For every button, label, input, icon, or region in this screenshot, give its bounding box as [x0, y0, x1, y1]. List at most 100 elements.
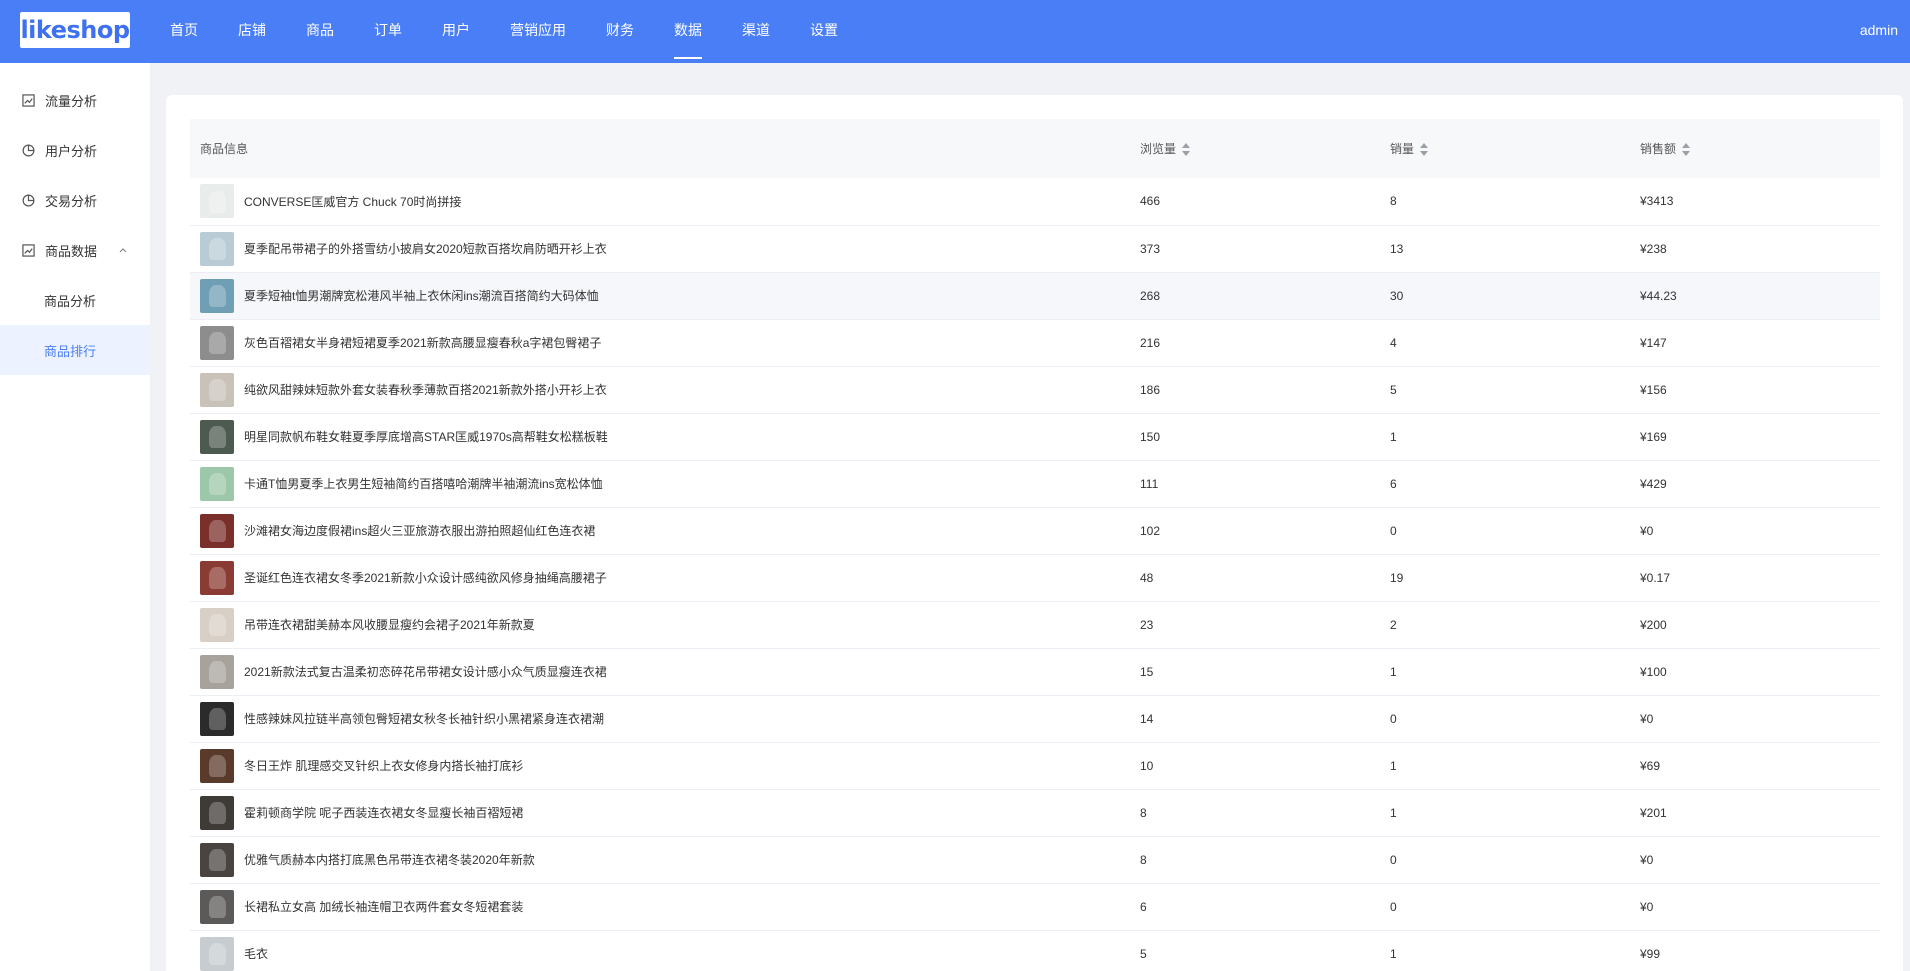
- chevron-up-icon: [119, 248, 127, 253]
- goods-info: 毛衣: [200, 936, 1130, 971]
- table-row[interactable]: CONVERSE匡威官方 Chuck 70时尚拼接 466 8 ¥3413: [190, 178, 1880, 225]
- sidebar-item-trade-analysis[interactable]: 交易分析: [0, 175, 150, 225]
- table-row[interactable]: 灰色百褶裙女半身裙短裙夏季2021新款高腰显瘦春秋a字裙包臀裙子 216 4 ¥147: [190, 319, 1880, 366]
- user-menu[interactable]: admin: [1860, 0, 1898, 61]
- sort-icon[interactable]: [1682, 143, 1691, 157]
- sales-cell: 8: [1390, 194, 1397, 209]
- sort-icon[interactable]: [1420, 143, 1429, 157]
- nav-item[interactable]: 商品: [286, 0, 354, 63]
- goods-ranking-table: 商品信息 浏览量 销量 销售额 CONVERSE匡威官方 Chuck 70时尚拼…: [190, 119, 1880, 971]
- goods-cell: 毛衣: [190, 930, 1130, 971]
- goods-cell: 沙滩裙女海边度假裙ins超火三亚旅游衣服出游拍照超仙红色连衣裙: [190, 507, 1130, 554]
- sidebar-subitem-goods-ranking[interactable]: 商品排行: [0, 325, 150, 375]
- sidebar-item-label: 流量分析: [45, 93, 98, 109]
- column-header-views[interactable]: 浏览量: [1130, 119, 1380, 178]
- amount-cell: ¥0.17: [1640, 570, 1671, 585]
- table-row[interactable]: 优雅气质赫本内搭打底黑色吊带连衣裙冬装2020年新款 8 0 ¥0: [190, 836, 1880, 883]
- goods-thumbnail: [200, 889, 234, 924]
- sidebar-item-goods-data[interactable]: 商品数据: [0, 225, 150, 275]
- sales-cell: 13: [1390, 241, 1404, 256]
- goods-info: 圣诞红色连衣裙女冬季2021新款小众设计感纯欲风修身抽绳高腰裙子: [200, 560, 1130, 595]
- amount-cell: ¥0: [1640, 899, 1654, 914]
- pie-chart-icon: [22, 144, 35, 156]
- sales-cell: 0: [1390, 711, 1397, 726]
- goods-info: 灰色百褶裙女半身裙短裙夏季2021新款高腰显瘦春秋a字裙包臀裙子: [200, 325, 1130, 360]
- table-row[interactable]: 夏季短袖t恤男潮牌宽松港风半袖上衣休闲ins潮流百搭简约大码体恤 268 30 ¥44…: [190, 272, 1880, 319]
- goods-name: 毛衣: [244, 947, 269, 961]
- column-header-amount[interactable]: 销售额: [1630, 119, 1880, 178]
- table-row[interactable]: 冬日王炸 肌理感交叉针织上衣女修身内搭长袖打底衫 10 1 ¥69: [190, 742, 1880, 789]
- sidebar-subitem-goods-analysis[interactable]: 商品分析: [0, 275, 150, 325]
- nav-item[interactable]: 营销应用: [490, 0, 586, 63]
- amount-cell: ¥0: [1640, 852, 1654, 867]
- goods-thumbnail: [200, 701, 234, 736]
- goods-thumbnail: [200, 842, 234, 877]
- table-row[interactable]: 纯欲风甜辣妹短款外套女装春秋季薄款百搭2021新款外搭小开衫上衣 186 5 ¥156: [190, 366, 1880, 413]
- goods-cell: CONVERSE匡威官方 Chuck 70时尚拼接: [190, 178, 1130, 225]
- sales-cell: 30: [1390, 288, 1404, 303]
- goods-thumbnail: [200, 560, 234, 595]
- logo[interactable]: likeshop: [20, 12, 130, 48]
- goods-name: 灰色百褶裙女半身裙短裙夏季2021新款高腰显瘦春秋a字裙包臀裙子: [244, 336, 602, 350]
- views-cell: 48: [1140, 570, 1154, 585]
- goods-cell: 性感辣妹风拉链半高领包臀短裙女秋冬长袖针织小黑裙紧身连衣裙潮: [190, 695, 1130, 742]
- nav-item[interactable]: 渠道: [722, 0, 790, 63]
- nav-item[interactable]: 首页: [150, 0, 218, 63]
- goods-info: 卡通T恤男夏季上衣男生短袖简约百搭嘻哈潮牌半袖潮流ins宽松体恤: [200, 466, 1130, 501]
- goods-name: 冬日王炸 肌理感交叉针织上衣女修身内搭长袖打底衫: [244, 759, 524, 773]
- nav-item[interactable]: 订单: [354, 0, 422, 63]
- goods-info: 冬日王炸 肌理感交叉针织上衣女修身内搭长袖打底衫: [200, 748, 1130, 783]
- views-cell: 111: [1140, 476, 1159, 491]
- sales-cell: 5: [1390, 382, 1397, 397]
- table-row[interactable]: 明星同款帆布鞋女鞋夏季厚底增高STAR匡威1970s高帮鞋女松糕板鞋 150 1 ¥1…: [190, 413, 1880, 460]
- table-body: CONVERSE匡威官方 Chuck 70时尚拼接 466 8 ¥3413 夏季配吊带裙…: [190, 178, 1880, 971]
- goods-thumbnail: [200, 278, 234, 313]
- sales-cell: 0: [1390, 899, 1397, 914]
- goods-cell: 灰色百褶裙女半身裙短裙夏季2021新款高腰显瘦春秋a字裙包臀裙子: [190, 319, 1130, 366]
- table-row[interactable]: 吊带连衣裙甜美赫本风收腰显瘦约会裙子2021年新款夏 23 2 ¥200: [190, 601, 1880, 648]
- table-row[interactable]: 夏季配吊带裙子的外搭雪纺小披肩女2020短款百搭坎肩防晒开衫上衣 373 13 ¥23…: [190, 225, 1880, 272]
- sidebar: 流量分析 用户分析 交易分析 商品数据 商品分析 商品排行: [0, 63, 150, 971]
- sidebar-item-label: 交易分析: [45, 193, 98, 209]
- views-cell: 373: [1140, 241, 1161, 256]
- goods-name: 夏季配吊带裙子的外搭雪纺小披肩女2020短款百搭坎肩防晒开衫上衣: [244, 242, 607, 256]
- table-row[interactable]: 沙滩裙女海边度假裙ins超火三亚旅游衣服出游拍照超仙红色连衣裙 102 0 ¥0: [190, 507, 1880, 554]
- table-row[interactable]: 霍莉顿商学院 呢子西装连衣裙女冬显瘦长袖百褶短裙 8 1 ¥201: [190, 789, 1880, 836]
- amount-cell: ¥201: [1640, 805, 1667, 820]
- table-row[interactable]: 长裙私立女高 加绒长袖连帽卫衣两件套女冬短裙套装 6 0 ¥0: [190, 883, 1880, 930]
- table-row[interactable]: 性感辣妹风拉链半高领包臀短裙女秋冬长袖针织小黑裙紧身连衣裙潮 14 0 ¥0: [190, 695, 1880, 742]
- goods-name: 沙滩裙女海边度假裙ins超火三亚旅游衣服出游拍照超仙红色连衣裙: [244, 524, 596, 538]
- views-cell: 5: [1140, 946, 1147, 961]
- sort-icon[interactable]: [1182, 143, 1191, 157]
- table-row[interactable]: 2021新款法式复古温柔初恋碎花吊带裙女设计感小众气质显瘦连衣裙 15 1 ¥100: [190, 648, 1880, 695]
- line-chart-icon: [22, 243, 35, 257]
- goods-cell: 冬日王炸 肌理感交叉针织上衣女修身内搭长袖打底衫: [190, 742, 1130, 789]
- goods-name: 卡通T恤男夏季上衣男生短袖简约百搭嘻哈潮牌半袖潮流ins宽松体恤: [244, 477, 603, 491]
- nav-item[interactable]: 数据: [654, 0, 722, 63]
- views-cell: 10: [1140, 758, 1154, 773]
- sales-cell: 1: [1390, 664, 1397, 679]
- column-header-sales[interactable]: 销量: [1380, 119, 1630, 178]
- goods-thumbnail: [200, 748, 234, 783]
- goods-info: 性感辣妹风拉链半高领包臀短裙女秋冬长袖针织小黑裙紧身连衣裙潮: [200, 701, 1130, 736]
- sidebar-item-user-analysis[interactable]: 用户分析: [0, 125, 150, 175]
- table-row[interactable]: 圣诞红色连衣裙女冬季2021新款小众设计感纯欲风修身抽绳高腰裙子 48 19 ¥0.1…: [190, 554, 1880, 601]
- table-row[interactable]: 卡通T恤男夏季上衣男生短袖简约百搭嘻哈潮牌半袖潮流ins宽松体恤 111 6 ¥429: [190, 460, 1880, 507]
- nav-item[interactable]: 设置: [790, 0, 858, 63]
- goods-name: 长裙私立女高 加绒长袖连帽卫衣两件套女冬短裙套装: [244, 900, 524, 914]
- amount-cell: ¥238: [1640, 241, 1667, 256]
- nav-item[interactable]: 店铺: [218, 0, 286, 63]
- goods-thumbnail: [200, 654, 234, 689]
- goods-thumbnail: [200, 231, 234, 266]
- table-row[interactable]: 毛衣 5 1 ¥99: [190, 930, 1880, 971]
- column-header-label: 商品信息: [200, 142, 249, 156]
- goods-cell: 夏季短袖t恤男潮牌宽松港风半袖上衣休闲ins潮流百搭简约大码体恤: [190, 272, 1130, 319]
- goods-name: 吊带连衣裙甜美赫本风收腰显瘦约会裙子2021年新款夏: [244, 618, 535, 632]
- goods-info: 优雅气质赫本内搭打底黑色吊带连衣裙冬装2020年新款: [200, 842, 1130, 877]
- goods-info: 明星同款帆布鞋女鞋夏季厚底增高STAR匡威1970s高帮鞋女松糕板鞋: [200, 419, 1130, 454]
- nav-item[interactable]: 用户: [422, 0, 490, 63]
- nav-item[interactable]: 财务: [586, 0, 654, 63]
- sales-cell: 1: [1390, 805, 1397, 820]
- sidebar-item-traffic-analysis[interactable]: 流量分析: [0, 75, 150, 125]
- goods-cell: 2021新款法式复古温柔初恋碎花吊带裙女设计感小众气质显瘦连衣裙: [190, 648, 1130, 695]
